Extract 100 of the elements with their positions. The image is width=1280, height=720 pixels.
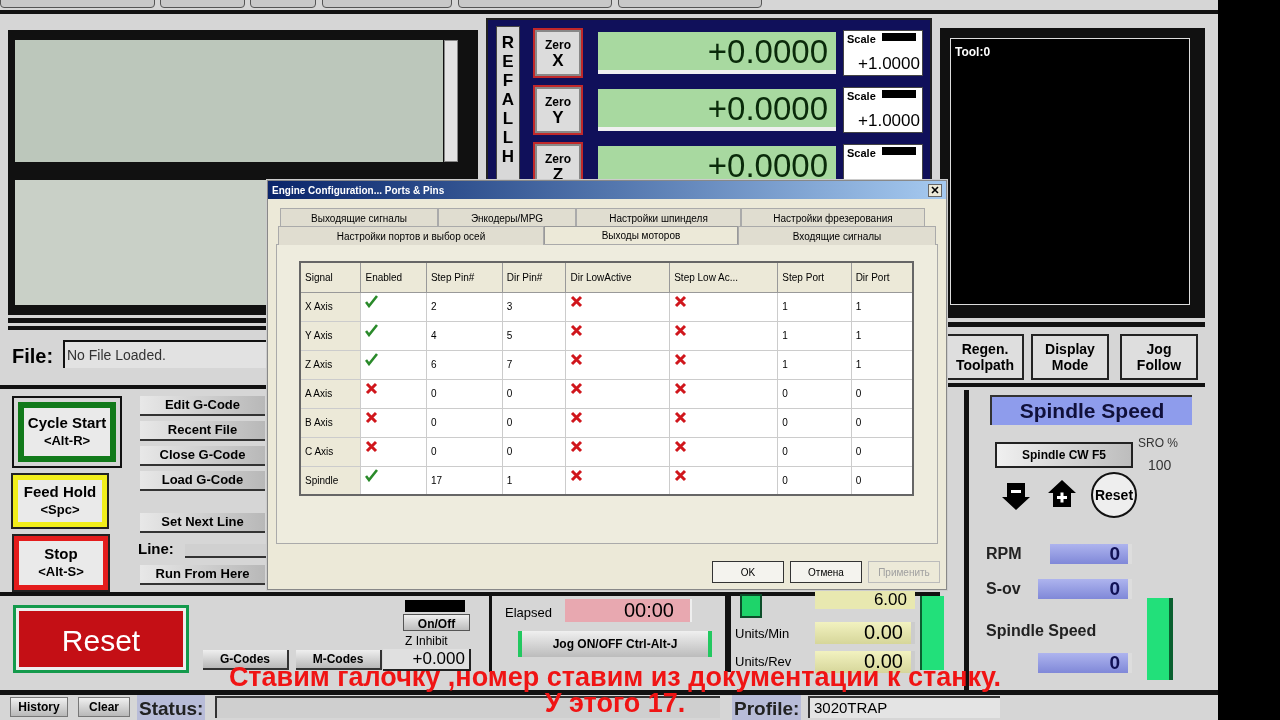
table-cell: C Axis [300,437,361,466]
close-icon [931,186,939,194]
scale-indicator [882,147,916,155]
table-cell: 0 [502,379,566,408]
tool-label: Tool:0 [955,44,991,61]
feed-label: Units/Min [735,625,790,643]
spindle-readout: 0 [1038,653,1132,673]
table-cell: 1 [777,292,852,321]
column-header: Enabled [360,262,427,292]
table-cell: 7 [502,350,566,379]
scale-indicator [882,33,916,41]
status-label: Status: [137,695,206,720]
toolpath-button[interactable]: Display Mode [1031,334,1109,380]
spindle-readout: 0 [1038,579,1132,599]
profile-field: 3020TRAP [808,696,1000,718]
table-cell: 0 [777,408,852,437]
table-cell: X Axis [300,292,361,321]
line-label: Line: [138,539,174,559]
elapsed-label: Elapsed [505,604,552,622]
file-button[interactable]: Recent File [140,421,265,441]
elapsed-time: 00:00 [565,599,692,622]
z-inhibit-value: +0.000 [383,649,471,671]
column-header: Signal [300,262,361,292]
scale-indicator [882,90,916,98]
feed-label: Units/Rev [735,653,792,671]
table-cell: 1 [777,321,852,350]
scale-label: Scale [847,32,876,47]
sro-label: SRO % [1138,435,1178,452]
table-cell: 0 [502,437,566,466]
arrow-up-plus-icon [1047,479,1077,509]
code-list-button[interactable]: M-Codes [296,650,382,670]
set-next-line-button[interactable]: Set Next Line [140,513,265,533]
column-header: Dir Pin# [502,262,566,292]
table-cell: Spindle [300,466,361,495]
dialog-tab[interactable]: Настройки портов и выбор осей [278,226,544,245]
table-cell: A Axis [300,379,361,408]
table-cell: 0 [502,408,566,437]
table-cell: 0 [777,379,852,408]
close-button[interactable] [928,183,942,197]
sro-value: 100 [1148,456,1172,475]
table-cell: 0 [426,437,503,466]
column-header: Dir LowActive [565,262,670,292]
stop-button[interactable]: Stop <Alt-S> [14,536,108,590]
zero-axis-button[interactable]: Zero Y [533,85,583,135]
table-cell: 0 [426,408,503,437]
file-button[interactable]: Close G-Code [140,446,265,466]
clear-button[interactable]: Clear [78,697,130,717]
readout-label: S-ov [986,579,1021,599]
profile-label: Profile: [732,695,802,720]
scale-value: +1.0000 [858,110,920,132]
history-button[interactable]: History [10,697,68,717]
axis-position-readout: +0.0000 [598,89,836,131]
file-name-field: No File Loaded. [63,340,268,368]
spindle-cw-button[interactable]: Spindle CW F5 [995,442,1133,468]
feed-hold-button[interactable]: Feed Hold <Spc> [13,475,107,527]
column-header: Step Port [777,262,852,292]
feed-value: 6.00 [815,591,915,609]
table-cell: 0 [426,379,503,408]
spindle-readout: 0 [1050,544,1132,564]
table-cell: 0 [777,437,852,466]
z-inhibit-indicator [405,600,465,612]
toolpath-button[interactable]: Regen. Toolpath [946,334,1024,380]
spindle-speed-title: Spindle Speed [990,395,1192,425]
file-label: File: [12,344,54,369]
readout-label: RPM [986,544,1022,564]
table-cell: 1 [777,350,852,379]
table-cell: Y Axis [300,321,361,350]
scale-label: Scale [847,146,876,161]
dialog-tab[interactable]: Выходы моторов [544,226,738,244]
dialog-button[interactable]: Отмена [790,561,862,583]
arrow-down-minus-icon [1001,481,1031,511]
reset-button[interactable]: Reset [16,608,186,670]
feed-readout: 0.00 [815,622,915,644]
table-cell: 6 [426,350,503,379]
feed-indicator [740,594,762,618]
line-number-field[interactable] [185,544,268,558]
on-off-button[interactable]: On/Off [403,614,470,631]
toolpath-button[interactable]: Jog Follow [1120,334,1198,380]
table-cell: 2 [426,292,503,321]
scale-value: +1.0000 [858,53,920,75]
column-header: Step Low Ac... [669,262,778,292]
zero-axis-button[interactable]: Zero X [533,28,583,78]
jog-toggle-button[interactable]: Jog ON/OFF Ctrl-Alt-J [518,631,712,657]
axis-position-readout: +0.0000 [598,32,836,74]
spindle-reset-button[interactable]: Reset [1091,472,1137,518]
dialog-tab[interactable]: Входящие сигналы [738,226,936,245]
table-cell: 5 [502,321,566,350]
file-button[interactable]: Edit G-Code [140,396,265,416]
table-cell: 3 [502,292,566,321]
readout-label: Spindle Speed [986,621,1097,641]
file-button[interactable]: Load G-Code [140,471,265,491]
dialog-title: Engine Configuration... Ports & Pins [272,183,445,198]
scale-label: Scale [847,89,876,104]
table-cell: Z Axis [300,350,361,379]
z-inhibit-label: Z Inhibit [405,633,448,650]
table-cell: B Axis [300,408,361,437]
run-from-here-button[interactable]: Run From Here [140,565,265,585]
column-header: Step Pin# [426,262,503,292]
dialog-button[interactable]: OK [712,561,784,583]
table-cell: 4 [426,321,503,350]
